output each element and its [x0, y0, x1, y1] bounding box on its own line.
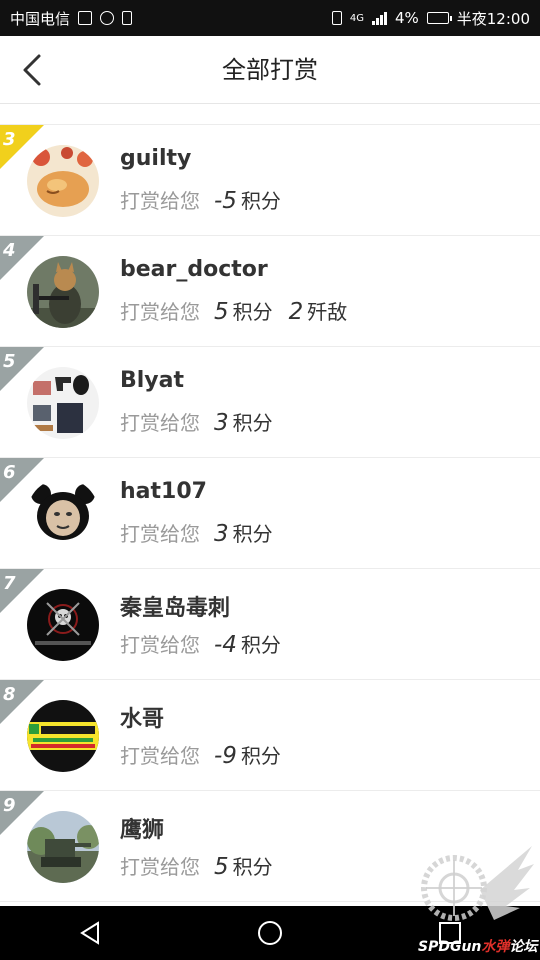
- crosshair-wing-logo: [421, 846, 534, 921]
- list-item-partial: [0, 104, 540, 125]
- rank-number: 4: [3, 240, 16, 261]
- reward-amount: 3: [214, 410, 229, 436]
- battery-percent: 4%: [394, 9, 419, 27]
- reward-amount: 2: [288, 299, 304, 325]
- vibrate-icon: [331, 11, 342, 25]
- reward-line: 打赏给您 5 积分: [120, 851, 289, 880]
- reward-label: 打赏给您: [120, 189, 200, 213]
- user-name[interactable]: bear_doctor: [120, 257, 268, 282]
- tank-avatar[interactable]: [27, 811, 99, 883]
- user-name[interactable]: 秦皇岛毒刺: [120, 590, 230, 622]
- user-name[interactable]: Blyat: [120, 368, 184, 393]
- list-item-rank-4[interactable]: 4 bear_doctor 打赏给您 5 积分 2 歼敌: [0, 236, 540, 347]
- reward-amount: 5: [214, 299, 229, 325]
- reward-line: 打赏给您 -9 积分: [120, 740, 297, 769]
- user-name[interactable]: guilty: [120, 146, 191, 171]
- carrier-label: 中国电信: [10, 9, 71, 28]
- reward-unit: 积分: [232, 522, 273, 546]
- user-name[interactable]: 鹰狮: [120, 812, 164, 844]
- list-item-rank-7[interactable]: 7 秦皇岛毒刺 打赏给您 -4 积分: [0, 569, 540, 680]
- reward-unit: 积分: [240, 633, 281, 657]
- skull-emblem-avatar[interactable]: [27, 589, 99, 661]
- network-label: 4G: [349, 12, 364, 24]
- reward-amount: -4: [214, 632, 237, 658]
- watermark-text: SPDGun水弹论坛: [418, 939, 538, 955]
- reward-label: 打赏给您: [120, 855, 200, 879]
- reward-label: 打赏给您: [120, 411, 200, 435]
- signal-icon: [371, 11, 387, 25]
- reward-label: 打赏给您: [120, 522, 200, 546]
- reward-line: 打赏给您 -5 积分: [120, 185, 297, 214]
- rank-number: 3: [3, 129, 16, 150]
- reward-label: 打赏给您: [120, 633, 200, 657]
- notification-icon: [78, 11, 93, 25]
- reward-line: 打赏给您 5 积分 2 歼敌: [120, 296, 363, 325]
- happy-banner-avatar[interactable]: [27, 700, 99, 772]
- clock: 半夜12:00: [456, 9, 530, 28]
- reward-unit: 积分: [232, 300, 273, 324]
- rank-number: 9: [3, 795, 16, 816]
- circle-home-icon: [258, 921, 282, 945]
- nav-home-button[interactable]: [240, 906, 300, 960]
- cat-flowers-avatar[interactable]: [27, 145, 99, 217]
- page-title: 全部打赏: [222, 56, 318, 84]
- rank-number: 5: [3, 351, 16, 372]
- nav-back-button[interactable]: [60, 906, 120, 960]
- triangle-back-icon: [80, 921, 99, 945]
- reward-list[interactable]: 3 guilty 打赏给您 -5 积分 4 bear_doctor 打赏给您 5积…: [0, 104, 540, 906]
- user-name[interactable]: hat107: [120, 479, 207, 504]
- panda-meme-avatar[interactable]: [27, 478, 99, 550]
- list-item-rank-6[interactable]: 6 hat107 打赏给您 3 积分: [0, 458, 540, 569]
- reward-line: 打赏给您 -4 积分: [120, 629, 297, 658]
- reward-amount: -9: [214, 743, 237, 769]
- reward-label: 打赏给您: [120, 744, 200, 768]
- sd-card-icon: [122, 11, 133, 25]
- armed-cat-avatar[interactable]: [27, 256, 99, 328]
- reward-amount: 3: [214, 521, 229, 547]
- reward-unit: 歼敌: [307, 300, 348, 324]
- reward-unit: 积分: [232, 855, 273, 879]
- list-item-rank-8[interactable]: 8 水哥 打赏给您 -9 积分: [0, 680, 540, 791]
- rank-number: 8: [3, 684, 16, 705]
- reward-amount: -5: [214, 188, 237, 214]
- reward-line: 打赏给您 3 积分: [120, 407, 289, 436]
- reward-unit: 积分: [240, 744, 281, 768]
- rank-number: 7: [3, 573, 16, 594]
- reward-amount: 5: [214, 854, 229, 880]
- reward-unit: 积分: [240, 189, 281, 213]
- reward-line: 打赏给您 3 积分: [120, 518, 289, 547]
- list-item-rank-5[interactable]: 5 Blyat 打赏给您 3 积分: [0, 347, 540, 458]
- rank-number: 6: [3, 462, 16, 483]
- gear-items-avatar[interactable]: [27, 367, 99, 439]
- app-header: 全部打赏: [0, 36, 540, 104]
- status-bar: 中国电信 4G 4% 半夜12:00: [0, 0, 540, 36]
- reward-unit: 积分: [232, 411, 273, 435]
- reward-label: 打赏给您: [120, 300, 200, 324]
- battery-icon: [426, 12, 452, 24]
- user-name[interactable]: 水哥: [120, 701, 164, 733]
- app-notification-icon: [100, 11, 115, 25]
- list-item-rank-3[interactable]: 3 guilty 打赏给您 -5 积分: [0, 125, 540, 236]
- watermark: SPDGun水弹论坛: [414, 840, 538, 956]
